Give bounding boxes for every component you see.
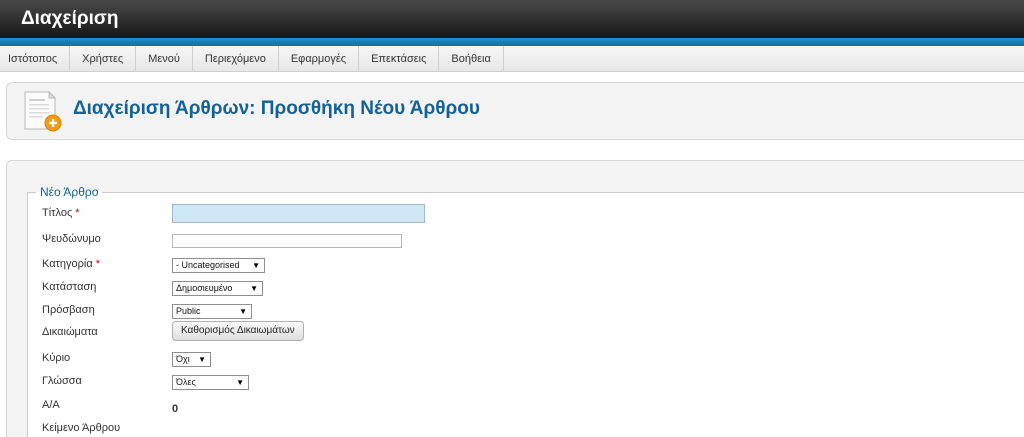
category-select[interactable]: - Uncategorised ▼ bbox=[172, 258, 265, 273]
required-star: * bbox=[75, 207, 80, 219]
article-text-label: Κείμενο Άρθρου bbox=[42, 422, 121, 434]
id-label: Α/Α bbox=[42, 399, 60, 411]
featured-row: Κύριο Όχι ▼ bbox=[42, 348, 642, 370]
permissions-label: Δικαιώματα bbox=[42, 326, 98, 338]
title-label-text: Τίτλος bbox=[42, 207, 73, 219]
dropdown-arrow-icon: ▼ bbox=[252, 261, 260, 270]
id-row: Α/Α 0 bbox=[42, 395, 642, 417]
article-text-row: Κείμενο Άρθρου bbox=[42, 418, 642, 437]
language-select[interactable]: Όλες ▼ bbox=[172, 375, 249, 390]
title-label: Τίτλος * bbox=[42, 207, 80, 219]
menu-item-menus[interactable]: Μενού bbox=[136, 46, 193, 72]
access-select[interactable]: Public ▼ bbox=[172, 304, 252, 319]
title-row: Τίτλος * bbox=[42, 203, 642, 225]
page-header: Διαχείριση Άρθρων: Προσθήκη Νέου Άρθρου bbox=[6, 82, 1024, 140]
title-input[interactable] bbox=[172, 203, 425, 223]
required-star: * bbox=[95, 258, 100, 270]
state-label: Κατάσταση bbox=[42, 281, 97, 293]
menu-item-content[interactable]: Περιεχόμενο bbox=[193, 46, 279, 72]
dropdown-arrow-icon: ▼ bbox=[236, 378, 244, 387]
language-label: Γλώσσα bbox=[42, 375, 82, 387]
page-title: Διαχείριση Άρθρων: Προσθήκη Νέου Άρθρου bbox=[73, 98, 480, 119]
access-select-value: Public bbox=[176, 306, 201, 316]
permissions-row: Δικαιώματα Καθορισμός Δικαιωμάτων bbox=[42, 321, 642, 344]
state-row: Κατάσταση Δημοσιευμένο ▼ bbox=[42, 277, 642, 299]
category-select-value: - Uncategorised bbox=[176, 260, 240, 270]
menu-item-users[interactable]: Χρήστες bbox=[70, 46, 137, 72]
article-add-icon bbox=[24, 90, 62, 132]
category-label-text: Κατηγορία bbox=[42, 258, 93, 270]
menu-item-site[interactable]: Ιστότοπος bbox=[0, 46, 71, 72]
state-select[interactable]: Δημοσιευμένο ▼ bbox=[172, 281, 263, 296]
access-label: Πρόσβαση bbox=[42, 304, 95, 316]
state-select-value: Δημοσιευμένο bbox=[176, 283, 233, 293]
access-row: Πρόσβαση Public ▼ bbox=[42, 300, 642, 322]
admin-top-bar: Διαχείριση bbox=[0, 0, 1024, 38]
dropdown-arrow-icon: ▼ bbox=[250, 284, 258, 293]
menu-item-extensions[interactable]: Επεκτάσεις bbox=[359, 46, 440, 72]
article-id-value: 0 bbox=[172, 403, 179, 415]
alias-input[interactable] bbox=[172, 234, 402, 248]
accent-strip bbox=[0, 38, 1024, 46]
featured-label: Κύριο bbox=[42, 352, 71, 364]
category-row: Κατηγορία * - Uncategorised ▼ bbox=[42, 254, 642, 276]
language-select-value: Όλες bbox=[176, 377, 196, 387]
set-permissions-button[interactable]: Καθορισμός Δικαιωμάτων bbox=[172, 321, 304, 341]
menu-item-help[interactable]: Βοήθεια bbox=[439, 46, 504, 72]
fieldset-legend: Νέο Άρθρο bbox=[40, 185, 99, 199]
dropdown-arrow-icon: ▼ bbox=[198, 355, 206, 364]
category-label: Κατηγορία * bbox=[42, 258, 100, 270]
featured-select-value: Όχι bbox=[176, 354, 190, 364]
alias-label: Ψευδώνυμο bbox=[42, 233, 101, 245]
language-row: Γλώσσα Όλες ▼ bbox=[42, 371, 642, 393]
dropdown-arrow-icon: ▼ bbox=[239, 307, 247, 316]
alias-row: Ψευδώνυμο bbox=[42, 229, 642, 251]
main-menu-bar: Ιστότοπος Χρήστες Μενού Περιεχόμενο Εφαρ… bbox=[0, 46, 1024, 72]
featured-select[interactable]: Όχι ▼ bbox=[172, 352, 211, 367]
app-title: Διαχείριση bbox=[21, 8, 119, 29]
menu-item-components[interactable]: Εφαρμογές bbox=[279, 46, 360, 72]
